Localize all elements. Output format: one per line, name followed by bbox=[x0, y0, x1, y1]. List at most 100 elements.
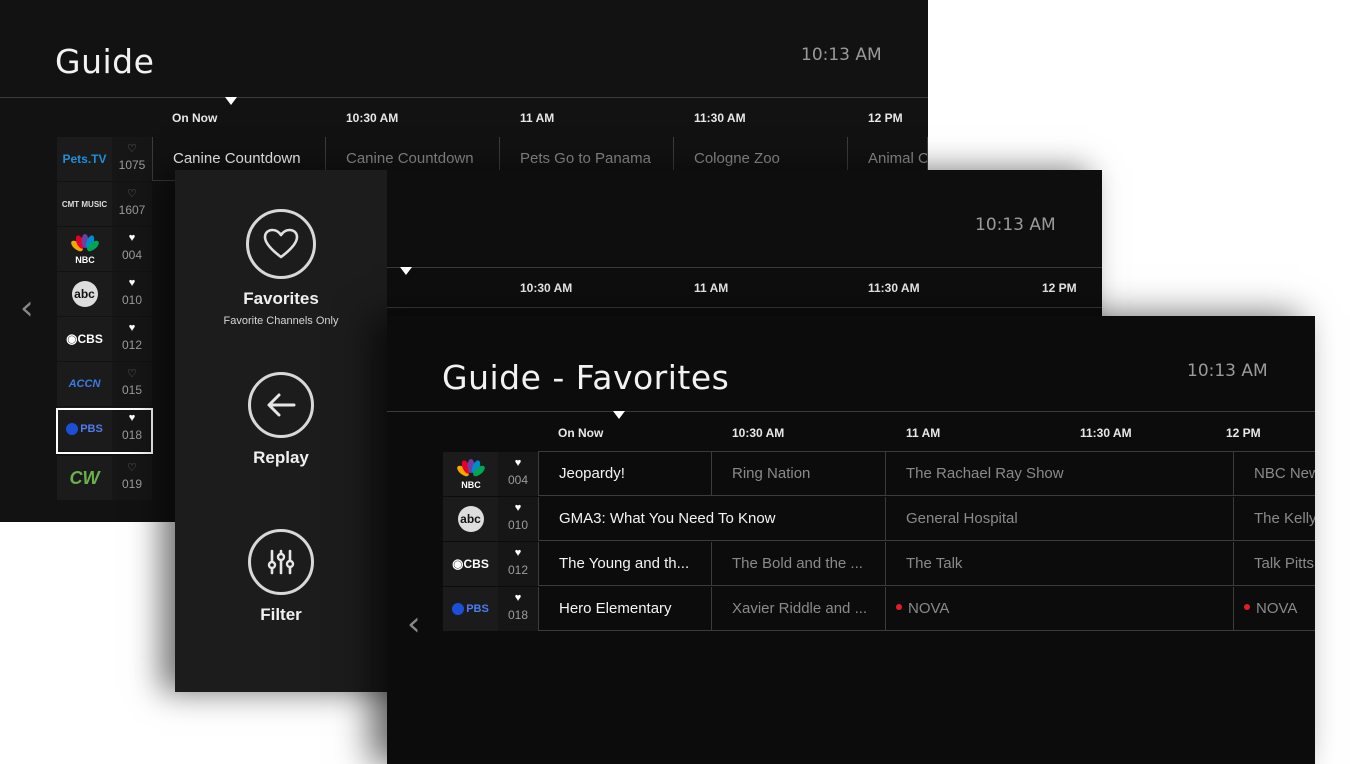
channel-logo: abc bbox=[443, 497, 498, 541]
timeslot-12: 12 PM bbox=[1226, 426, 1261, 440]
page-title: Guide - Favorites bbox=[442, 358, 730, 397]
heart-filled-icon[interactable]: ♥ bbox=[112, 277, 152, 291]
channel-logo: ACCN bbox=[57, 362, 112, 406]
favorites-sublabel: Favorite Channels Only bbox=[223, 315, 339, 327]
guide-favorites-screen: Guide - Favorites 10:13 AM On Now 10:30 … bbox=[387, 316, 1315, 764]
replay-circle bbox=[248, 372, 314, 438]
timeslot-1030: 10:30 AM bbox=[520, 281, 573, 295]
channel-row[interactable]: NBC ♥ 004 bbox=[57, 227, 152, 272]
favorites-circle bbox=[246, 209, 316, 279]
channel-row[interactable]: CMT MUSIC ♡ 1607 bbox=[57, 182, 152, 227]
filter-option[interactable]: Filter bbox=[175, 529, 387, 625]
svg-text:NBC: NBC bbox=[75, 255, 95, 264]
channel-number: ♡ 1607 bbox=[112, 182, 152, 226]
heart-filled-icon[interactable]: ♥ bbox=[498, 592, 538, 606]
heart-filled-icon[interactable]: ♥ bbox=[498, 547, 538, 561]
program-cell[interactable]: Ring Nation bbox=[712, 452, 886, 496]
header-divider bbox=[0, 97, 928, 98]
heart-outline-icon[interactable]: ♡ bbox=[112, 142, 152, 156]
current-time-marker bbox=[613, 411, 625, 419]
program-cell[interactable]: Hero Elementary bbox=[538, 587, 712, 631]
clock: 10:13 AM bbox=[975, 215, 1056, 235]
program-cell[interactable]: General Hospital bbox=[886, 497, 1234, 541]
timeslot-on-now: On Now bbox=[172, 111, 218, 125]
nbc-peacock-icon: NBC bbox=[456, 459, 485, 489]
channel-number: ♡ 019 bbox=[112, 456, 152, 500]
channel-number: ♥ 010 bbox=[112, 272, 152, 316]
replay-label: Replay bbox=[253, 448, 309, 467]
program-cell[interactable]: Talk Pitts bbox=[1234, 542, 1315, 586]
channel-logo: ◉ CBS bbox=[443, 542, 498, 586]
chevron-left-icon[interactable]: ‹ bbox=[407, 604, 421, 644]
channel-logo: Pets.TV bbox=[57, 137, 112, 181]
filter-label: Filter bbox=[260, 605, 302, 624]
program-cell[interactable]: GMA3: What You Need To Know bbox=[538, 497, 886, 541]
pbs-head-icon bbox=[452, 603, 465, 615]
program-cell[interactable]: Xavier Riddle and ... bbox=[712, 587, 886, 631]
channel-logo: NBC bbox=[57, 227, 112, 271]
heart-filled-icon[interactable]: ♥ bbox=[112, 232, 152, 246]
channel-number: ♥ 004 bbox=[498, 452, 538, 496]
heart-outline-icon[interactable]: ♡ bbox=[112, 367, 152, 381]
channel-logo: abc bbox=[57, 272, 112, 316]
channel-row[interactable]: abc ♥ 010 bbox=[57, 272, 152, 317]
channel-row[interactable]: PBS ♥ 018 Hero Elementary Xavier Riddle a… bbox=[443, 587, 1315, 632]
channel-number: ♡ 015 bbox=[112, 362, 152, 406]
header-divider bbox=[387, 267, 1102, 268]
svg-text:NBC: NBC bbox=[461, 480, 481, 489]
channel-logo: CW bbox=[57, 456, 112, 500]
channel-row[interactable]: ◉ CBS ♥ 012 The Young and th... The Bold a… bbox=[443, 542, 1315, 587]
program-cell[interactable]: The Young and th... bbox=[538, 542, 712, 586]
heart-filled-icon[interactable]: ♥ bbox=[112, 322, 152, 336]
favorites-option[interactable]: Favorites Favorite Channels Only bbox=[175, 209, 387, 327]
live-dot-icon bbox=[896, 604, 902, 611]
heart-outline-icon[interactable]: ♡ bbox=[112, 461, 152, 475]
timeslot-on-now: On Now bbox=[558, 426, 604, 440]
channel-row[interactable]: abc ♥ 010 GMA3: What You Need To Know Gen… bbox=[443, 497, 1315, 542]
timeslot-12: 12 PM bbox=[868, 111, 903, 125]
program-cell[interactable]: The Talk bbox=[886, 542, 1234, 586]
channel-row[interactable]: ◉ CBS ♥ 012 bbox=[57, 317, 152, 362]
timeslot-1030: 10:30 AM bbox=[346, 111, 399, 125]
timeslot-1130: 11:30 AM bbox=[694, 111, 746, 125]
options-menu: Favorites Favorite Channels Only Replay bbox=[175, 170, 387, 692]
program-cell[interactable]: The Bold and the ... bbox=[712, 542, 886, 586]
row-divider bbox=[387, 307, 1102, 308]
page-title: Guide bbox=[55, 42, 155, 81]
program-cell[interactable]: The Rachael Ray Show bbox=[886, 452, 1234, 496]
timeslot-11: 11 AM bbox=[694, 281, 729, 295]
channel-row[interactable]: CW ♡ 019 bbox=[57, 456, 152, 501]
clock: 10:13 AM bbox=[801, 45, 882, 65]
arrow-left-icon bbox=[267, 393, 296, 417]
focus-highlight bbox=[56, 408, 153, 454]
timeslot-1130: 11:30 AM bbox=[1080, 426, 1132, 440]
program-cell[interactable]: Jeopardy! bbox=[538, 452, 712, 496]
favorites-label: Favorites bbox=[243, 289, 319, 308]
channel-number: ♥ 010 bbox=[498, 497, 538, 541]
cbs-eye-icon: ◉ bbox=[452, 556, 464, 571]
cbs-eye-icon: ◉ bbox=[66, 331, 78, 346]
timeslot-1030: 10:30 AM bbox=[732, 426, 785, 440]
channel-row[interactable]: NBC ♥ 004 Jeopardy! Ring Nation The Racha… bbox=[443, 452, 1315, 497]
header-divider bbox=[387, 411, 1315, 412]
live-dot-icon bbox=[1244, 604, 1250, 611]
filter-circle bbox=[248, 529, 314, 595]
program-cell[interactable]: NOVA bbox=[1234, 587, 1315, 631]
heart-outline-icon[interactable]: ♡ bbox=[112, 187, 152, 201]
channel-logo: ◉ CBS bbox=[57, 317, 112, 361]
program-cell[interactable]: NOVA bbox=[886, 587, 1234, 631]
timeslot-11: 11 AM bbox=[906, 426, 941, 440]
heart-filled-icon[interactable]: ♥ bbox=[498, 457, 538, 471]
clock: 10:13 AM bbox=[1187, 361, 1268, 381]
current-time-marker bbox=[225, 97, 237, 105]
channel-logo: CMT MUSIC bbox=[57, 182, 112, 226]
heart-filled-icon[interactable]: ♥ bbox=[498, 502, 538, 516]
channel-row[interactable]: ACCN ♡ 015 bbox=[57, 362, 152, 407]
replay-option[interactable]: Replay bbox=[175, 372, 387, 468]
program-cell[interactable]: The Kelly bbox=[1234, 497, 1315, 541]
chevron-left-icon[interactable]: ‹ bbox=[20, 288, 34, 328]
channel-number: ♥ 004 bbox=[112, 227, 152, 271]
heart-outline-icon bbox=[263, 228, 299, 259]
channel-number: ♥ 012 bbox=[112, 317, 152, 361]
program-cell[interactable]: NBC New bbox=[1234, 452, 1315, 496]
